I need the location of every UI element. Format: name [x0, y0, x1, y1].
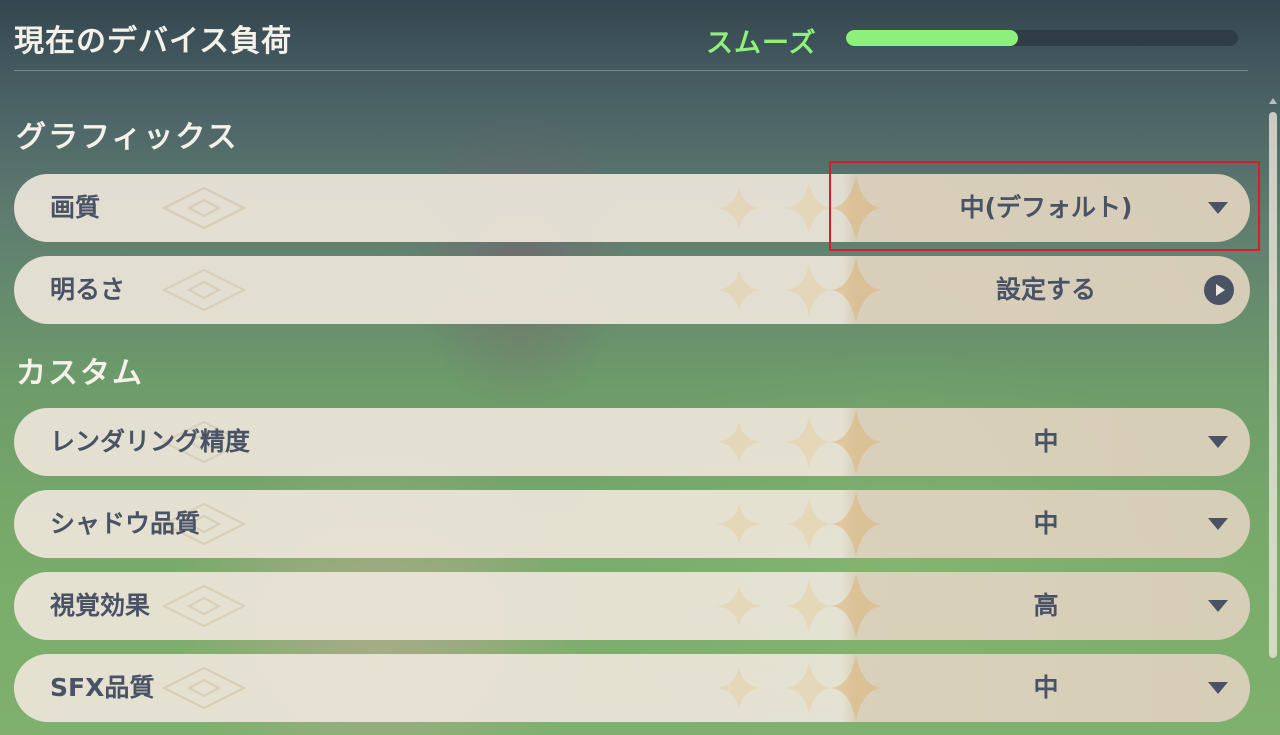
scroll-thumb[interactable] [1269, 112, 1277, 658]
device-load-title: 現在のデバイス負荷 [14, 24, 293, 59]
setting-label-visual-effects: 視覚効果 [50, 591, 151, 620]
device-load-header: 現在のデバイス負荷 スムーズ [0, 0, 1280, 72]
setting-row-brightness[interactable]: 明るさ 設定する [14, 256, 1250, 324]
header-divider [14, 70, 1248, 71]
setting-value-graphics-quality[interactable]: 中(デフォルト) [844, 174, 1248, 242]
scroll-up-icon[interactable] [1269, 98, 1277, 104]
caret-down-icon[interactable] [1208, 436, 1228, 448]
setting-row-render-resolution[interactable]: レンダリング精度 中 [14, 408, 1250, 476]
setting-value-visual-effects[interactable]: 高 [844, 572, 1248, 640]
caret-down-icon[interactable] [1208, 518, 1228, 530]
device-load-bar [846, 30, 1238, 46]
scrollbar[interactable] [1268, 98, 1278, 658]
caret-down-icon[interactable] [1208, 600, 1228, 612]
setting-value-render-resolution[interactable]: 中 [844, 408, 1248, 476]
setting-row-shadow-quality[interactable]: シャドウ品質 中 [14, 490, 1250, 558]
setting-value-shadow-quality[interactable]: 中 [844, 490, 1248, 558]
setting-row-sfx-quality[interactable]: SFX品質 中 [14, 654, 1250, 722]
caret-down-icon[interactable] [1208, 202, 1228, 214]
setting-row-graphics-quality[interactable]: 画質 中(デフォルト) [14, 174, 1250, 242]
setting-row-visual-effects[interactable]: 視覚効果 高 [14, 572, 1250, 640]
arrow-right-circle-icon[interactable] [1204, 275, 1234, 305]
device-load-bar-fill [846, 30, 1019, 46]
setting-label-sfx-quality: SFX品質 [50, 673, 155, 702]
setting-label-shadow-quality: シャドウ品質 [50, 509, 201, 538]
setting-label-brightness: 明るさ [50, 275, 126, 304]
section-title-graphics: グラフィックス [16, 120, 239, 155]
setting-label-render-resolution: レンダリング精度 [50, 427, 251, 456]
section-title-custom: カスタム [16, 356, 144, 391]
device-load-status: スムーズ [706, 28, 817, 59]
setting-label-graphics-quality: 画質 [50, 193, 101, 222]
caret-down-icon[interactable] [1208, 682, 1228, 694]
setting-value-brightness[interactable]: 設定する [844, 256, 1248, 324]
setting-value-sfx-quality[interactable]: 中 [844, 654, 1248, 722]
